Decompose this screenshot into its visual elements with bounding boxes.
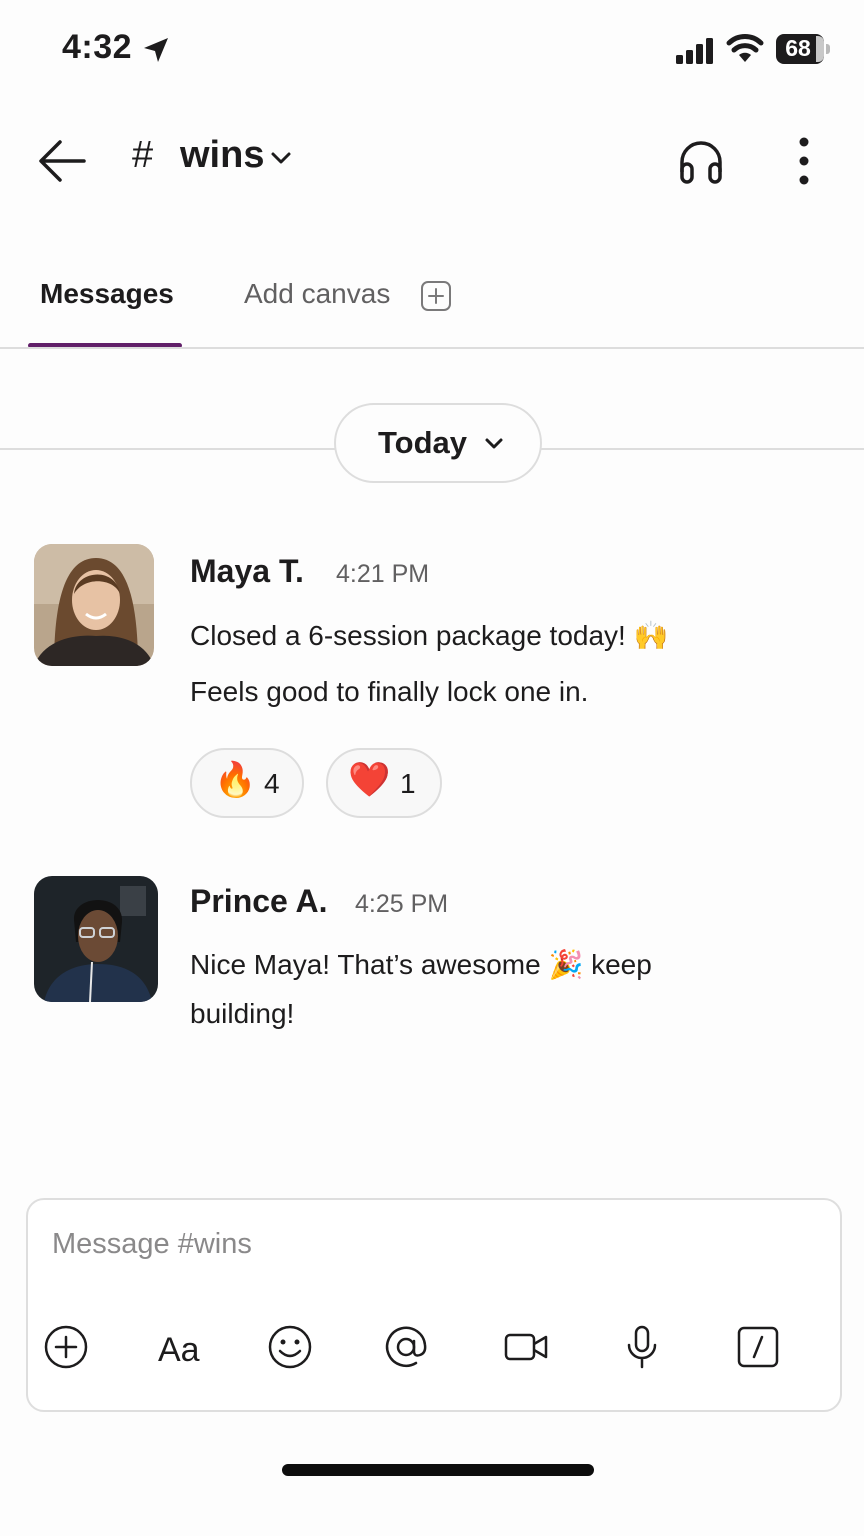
chevron-down-icon[interactable] (484, 436, 504, 452)
battery-percent: 68 (785, 35, 811, 61)
message-input[interactable]: Message #wins (52, 1228, 752, 1261)
tab-add-canvas[interactable]: Add canvas (244, 278, 390, 310)
back-arrow-icon[interactable] (36, 136, 88, 186)
avatar[interactable] (34, 876, 158, 1002)
headphones-icon[interactable] (676, 136, 726, 186)
message-text-line: Closed a 6-session package today! 🙌 (190, 620, 669, 651)
channel-title[interactable]: wins (180, 134, 264, 177)
chevron-down-icon[interactable] (270, 150, 292, 166)
location-arrow-icon (144, 38, 168, 62)
message-timestamp: 4:21 PM (336, 560, 430, 588)
tabs-divider (0, 347, 864, 349)
channel-hash: # (132, 134, 154, 176)
battery-icon: 68 (776, 34, 830, 64)
plus-circle-icon[interactable] (42, 1323, 90, 1371)
message-text-line: Feels good to finally lock one in. (190, 676, 589, 707)
reaction-count: 4 (264, 768, 280, 799)
heart-emoji: ❤️ (348, 761, 391, 799)
avatar[interactable] (34, 544, 154, 666)
plus-square-icon[interactable] (420, 280, 452, 312)
signal-icon (676, 38, 713, 64)
more-vertical-icon[interactable] (794, 136, 814, 186)
video-icon[interactable] (502, 1323, 550, 1371)
message-text-line: building! (190, 998, 295, 1029)
fire-emoji: 🔥 (214, 761, 257, 799)
status-time: 4:32 (62, 28, 133, 66)
emoji-icon[interactable] (266, 1323, 314, 1371)
home-indicator (282, 1464, 594, 1476)
tab-messages[interactable]: Messages (40, 278, 174, 310)
message-author[interactable]: Prince A. (190, 883, 328, 920)
microphone-icon[interactable] (618, 1323, 666, 1371)
mention-icon[interactable] (382, 1323, 430, 1371)
wifi-icon (726, 34, 764, 62)
slash-command-icon[interactable] (734, 1323, 782, 1371)
message-timestamp: 4:25 PM (355, 890, 449, 918)
reaction-count: 1 (400, 768, 416, 799)
message-author[interactable]: Maya T. (190, 553, 304, 590)
message-text-line: Nice Maya! That’s awesome 🎉 keep (190, 949, 652, 980)
svg-text:Aa: Aa (158, 1331, 200, 1369)
date-label[interactable]: Today (378, 425, 467, 461)
text-format-icon[interactable]: Aa (156, 1323, 204, 1371)
